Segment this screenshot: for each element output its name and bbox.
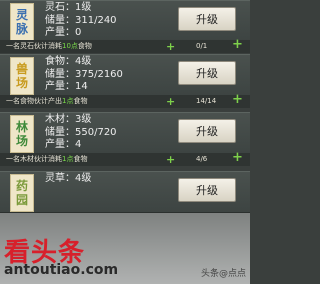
worker-desc: 一名灵石伙计消耗10点食物 xyxy=(6,42,92,50)
badge-char-top: 兽 xyxy=(15,62,28,76)
watermark-user: 头条@点点 xyxy=(200,269,246,279)
output-text: 产量：0 xyxy=(45,27,82,38)
worker-bar-lingmai: 一名灵石伙计消耗10点食物 + 0/1 + xyxy=(0,38,250,53)
building-card-shouchang: 兽 场 食物：4级 储量：375/2160 产量：14 升级 xyxy=(0,54,250,96)
building-card-lingmai: 灵 脉 灵石：1级 储量：311/240 产量：0 升级 xyxy=(0,0,250,42)
level-text: 食物：4级 xyxy=(45,56,92,67)
worker-bar-shouchang: 一名食物伙计产出1点食物 + 14/14 + xyxy=(0,93,250,108)
building-card-linchang: 林 场 木材：3级 储量：550/720 产量：4 升级 xyxy=(0,112,250,154)
building-badge: 林 场 xyxy=(10,115,34,153)
output-text: 产量：4 xyxy=(45,139,82,150)
badge-char-top: 药 xyxy=(15,179,28,193)
worker-count: 4/6 xyxy=(196,155,208,163)
building-badge: 兽 场 xyxy=(10,57,34,95)
level-text: 灵石：1级 xyxy=(45,2,92,13)
upgrade-button[interactable]: 升级 xyxy=(178,7,236,31)
building-stats: 灵草：4级 xyxy=(45,173,91,186)
badge-char-bottom: 场 xyxy=(15,134,28,148)
worker-count: 14/14 xyxy=(196,97,217,105)
level-text: 灵草：4级 xyxy=(45,173,92,184)
worker-desc: 一名木材伙计消耗1点食物 xyxy=(6,155,88,163)
decrease-worker-button[interactable]: + xyxy=(166,40,175,53)
upgrade-button[interactable]: 升级 xyxy=(178,61,236,85)
level-text: 木材：3级 xyxy=(45,114,92,125)
decrease-worker-button[interactable]: + xyxy=(166,95,175,108)
output-text: 产量：14 xyxy=(45,81,88,92)
badge-char-bottom: 场 xyxy=(15,76,28,90)
badge-char-top: 林 xyxy=(15,120,28,134)
watermark-url: antoutiao.com xyxy=(4,262,119,278)
building-card-yaoyuan: 药 园 灵草：4级 升级 xyxy=(0,171,250,213)
storage-text: 储量：375/2160 xyxy=(45,68,123,80)
storage-text: 储量：311/240 xyxy=(45,14,117,26)
increase-worker-button[interactable]: + xyxy=(232,151,243,164)
badge-char-bottom: 脉 xyxy=(15,22,28,36)
upgrade-button[interactable]: 升级 xyxy=(178,119,236,143)
building-badge: 灵 脉 xyxy=(10,3,34,41)
worker-count: 0/1 xyxy=(196,42,208,50)
worker-bar-linchang: 一名木材伙计消耗1点食物 + 4/6 + xyxy=(0,151,250,166)
increase-worker-button[interactable]: + xyxy=(232,93,243,106)
badge-char-bottom: 园 xyxy=(15,193,28,207)
increase-worker-button[interactable]: + xyxy=(232,38,243,51)
upgrade-button[interactable]: 升级 xyxy=(178,178,236,202)
building-stats: 食物：4级 储量：375/2160 产量：14 xyxy=(45,56,123,94)
storage-text: 储量：550/720 xyxy=(45,126,117,138)
decrease-worker-button[interactable]: + xyxy=(166,153,175,166)
badge-char-top: 灵 xyxy=(15,8,28,22)
building-badge: 药 园 xyxy=(10,174,34,212)
building-stats: 灵石：1级 储量：311/240 产量：0 xyxy=(45,2,117,40)
worker-desc: 一名食物伙计产出1点食物 xyxy=(6,97,88,105)
building-stats: 木材：3级 储量：550/720 产量：4 xyxy=(45,114,117,152)
